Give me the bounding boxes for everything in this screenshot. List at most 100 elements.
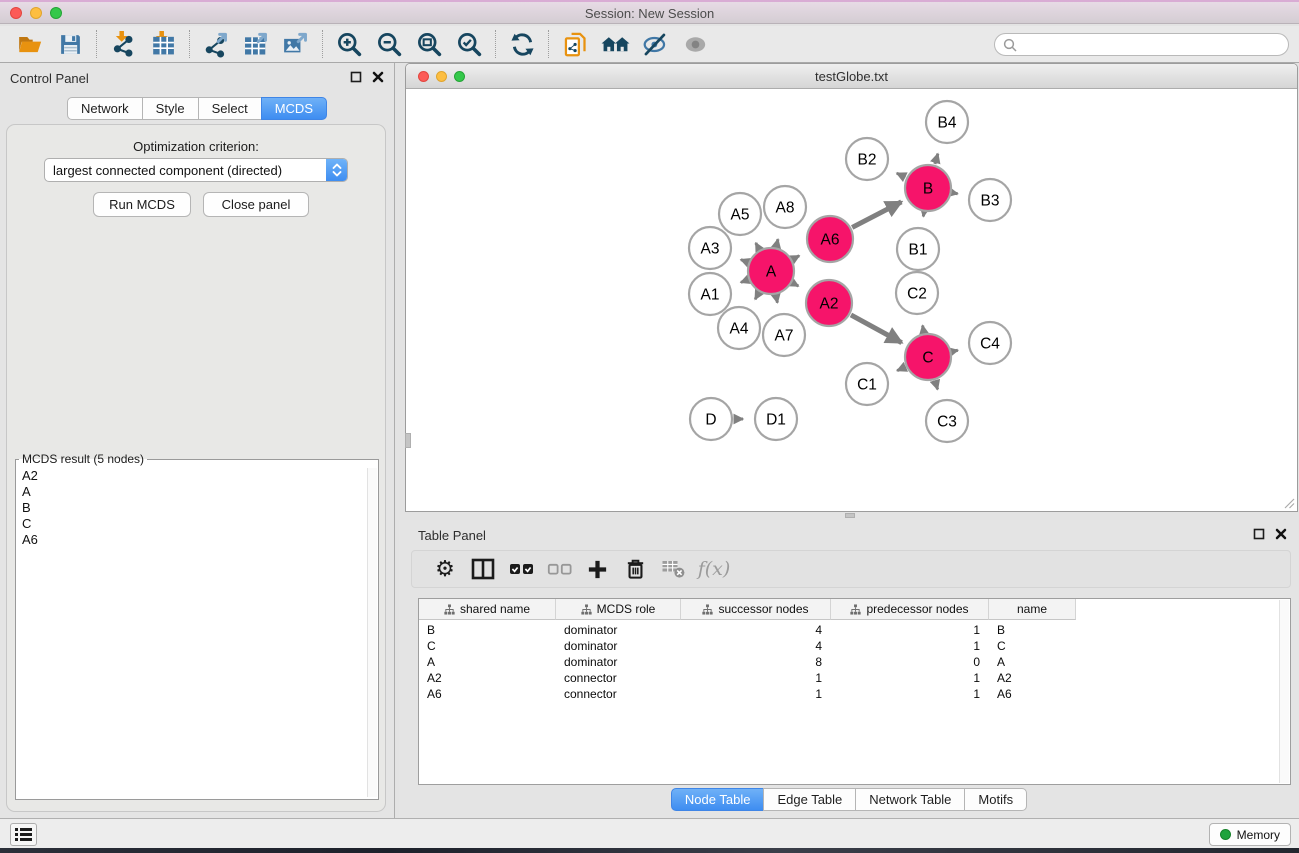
table-scrollbar[interactable] — [1279, 600, 1289, 783]
mcds-result-item[interactable]: B — [18, 500, 366, 516]
zoom-in-button[interactable] — [329, 29, 369, 59]
graph-node-B3[interactable]: B3 — [969, 179, 1011, 221]
delete-column-button[interactable] — [616, 554, 654, 584]
tab-motifs[interactable]: Motifs — [964, 788, 1027, 811]
column-header-MCDS-role[interactable]: MCDS role — [556, 599, 681, 620]
resize-grip-icon[interactable] — [1282, 496, 1295, 509]
column-header-shared-name[interactable]: shared name — [419, 599, 556, 620]
graph-node-B2[interactable]: B2 — [846, 138, 888, 180]
export-network-button[interactable] — [196, 29, 236, 59]
desktop-background — [0, 848, 1299, 853]
save-session-button[interactable] — [50, 29, 90, 59]
graph-node-A4[interactable]: A4 — [718, 307, 760, 349]
graph-node-B1[interactable]: B1 — [897, 228, 939, 270]
graph-node-A8[interactable]: A8 — [764, 186, 806, 228]
zoom-out-button[interactable] — [369, 29, 409, 59]
graph-node-C4[interactable]: C4 — [969, 322, 1011, 364]
tab-node-table[interactable]: Node Table — [671, 788, 765, 811]
tab-edge-table[interactable]: Edge Table — [763, 788, 856, 811]
open-session-button[interactable] — [10, 29, 50, 59]
tab-network-table[interactable]: Network Table — [855, 788, 965, 811]
mcds-result-item[interactable]: A2 — [18, 468, 366, 484]
table-cell: B — [419, 622, 556, 638]
network-graph: B4 B2 B B3 A8A5 A6 A3 B1 A A1 C2 A2 A4A7 C4 C C1 C3 D D1 — [407, 90, 1296, 511]
table-row[interactable]: Cdominator41C — [419, 638, 1278, 654]
vertical-scrollbar-thumb[interactable] — [405, 433, 411, 448]
search-box[interactable] — [994, 33, 1289, 56]
network-canvas[interactable]: B4 B2 B B3 A8A5 A6 A3 B1 A A1 C2 A2 A4A7 C4 C C1 C3 D D1 — [407, 90, 1296, 511]
close-panel-icon[interactable] — [372, 71, 384, 83]
graph-node-A5[interactable]: A5 — [719, 193, 761, 235]
tab-mcds[interactable]: MCDS — [261, 97, 327, 120]
duplicate-network-button[interactable] — [555, 29, 595, 59]
cybrowser-home-button[interactable] — [595, 29, 635, 59]
zoom-fit-button[interactable] — [409, 29, 449, 59]
graph-node-C1[interactable]: C1 — [846, 363, 888, 405]
open-session-icon — [16, 31, 44, 57]
graph-node-C2[interactable]: C2 — [896, 272, 938, 314]
graph-node-A6[interactable]: A6 — [807, 216, 853, 262]
table-row[interactable]: A6connector11A6 — [419, 686, 1278, 702]
tab-style[interactable]: Style — [142, 97, 199, 120]
table-cell: A2 — [989, 670, 1076, 686]
mcds-result-item[interactable]: C — [18, 516, 366, 532]
export-image-button[interactable] — [276, 29, 316, 59]
svg-text:B3: B3 — [981, 193, 1000, 210]
graph-node-C3[interactable]: C3 — [926, 400, 968, 442]
table-cell: 1 — [831, 686, 989, 702]
table-body: Bdominator41BCdominator41CAdominator80AA… — [419, 622, 1278, 702]
graph-node-C[interactable]: C — [905, 334, 951, 380]
table-settings-button[interactable]: ⚙ — [426, 554, 464, 584]
graph-node-D1[interactable]: D1 — [755, 398, 797, 440]
svg-text:C2: C2 — [907, 286, 927, 303]
result-list-scrollbar[interactable] — [367, 468, 377, 797]
close-panel-button[interactable]: Close panel — [203, 192, 309, 217]
hide-graphics-details-button[interactable] — [635, 29, 675, 59]
table-row[interactable]: A2connector11A2 — [419, 670, 1278, 686]
delete-column-icon — [624, 557, 647, 581]
optimization-criterion-label: Optimization criterion: — [7, 139, 385, 154]
search-input[interactable] — [1022, 37, 1280, 52]
add-column-button[interactable] — [578, 554, 616, 584]
split-view-button[interactable] — [464, 554, 502, 584]
run-mcds-button[interactable]: Run MCDS — [93, 192, 191, 217]
table-row[interactable]: Bdominator41B — [419, 622, 1278, 638]
horizontal-scrollbar-thumb[interactable] — [845, 513, 855, 518]
select-all-button[interactable] — [502, 554, 540, 584]
network-window-titlebar[interactable]: testGlobe.txt — [406, 64, 1297, 89]
zoom-selected-button[interactable] — [449, 29, 489, 59]
import-network-button[interactable] — [103, 29, 143, 59]
refresh-button[interactable] — [502, 29, 542, 59]
column-header-name[interactable]: name — [989, 599, 1076, 620]
import-table-button[interactable] — [143, 29, 183, 59]
graph-node-A7[interactable]: A7 — [763, 314, 805, 356]
tab-select[interactable]: Select — [198, 97, 262, 120]
graph-node-B[interactable]: B — [905, 165, 951, 211]
float-panel-icon[interactable] — [350, 71, 362, 83]
task-history-button[interactable] — [10, 823, 37, 846]
graph-node-B4[interactable]: B4 — [926, 101, 968, 143]
column-header-successor-nodes[interactable]: successor nodes — [681, 599, 831, 620]
table-row[interactable]: Adominator80A — [419, 654, 1278, 670]
table-settings-icon: ⚙ — [435, 558, 455, 580]
tab-network[interactable]: Network — [67, 97, 143, 120]
optimization-criterion-select[interactable]: largest connected component (directed) — [44, 158, 348, 182]
memory-button[interactable]: Memory — [1209, 823, 1291, 846]
table-cell: 1 — [831, 638, 989, 654]
mcds-result-item[interactable]: A — [18, 484, 366, 500]
graph-node-A3[interactable]: A3 — [689, 227, 731, 269]
export-table-button[interactable] — [236, 29, 276, 59]
float-table-panel-icon[interactable] — [1253, 528, 1265, 540]
graph-node-A1[interactable]: A1 — [689, 273, 731, 315]
svg-text:C3: C3 — [937, 414, 957, 431]
graph-node-A[interactable]: A — [748, 248, 794, 294]
mcds-result-item[interactable]: A6 — [18, 532, 366, 548]
table-cell: 1 — [681, 670, 831, 686]
show-graphics-details-button — [675, 29, 715, 59]
deselect-all-button[interactable] — [540, 554, 578, 584]
column-header-predecessor-nodes[interactable]: predecessor nodes — [831, 599, 989, 620]
graph-node-A2[interactable]: A2 — [806, 280, 852, 326]
close-table-panel-icon[interactable] — [1275, 528, 1287, 540]
svg-text:B1: B1 — [909, 242, 928, 259]
graph-node-D[interactable]: D — [690, 398, 732, 440]
